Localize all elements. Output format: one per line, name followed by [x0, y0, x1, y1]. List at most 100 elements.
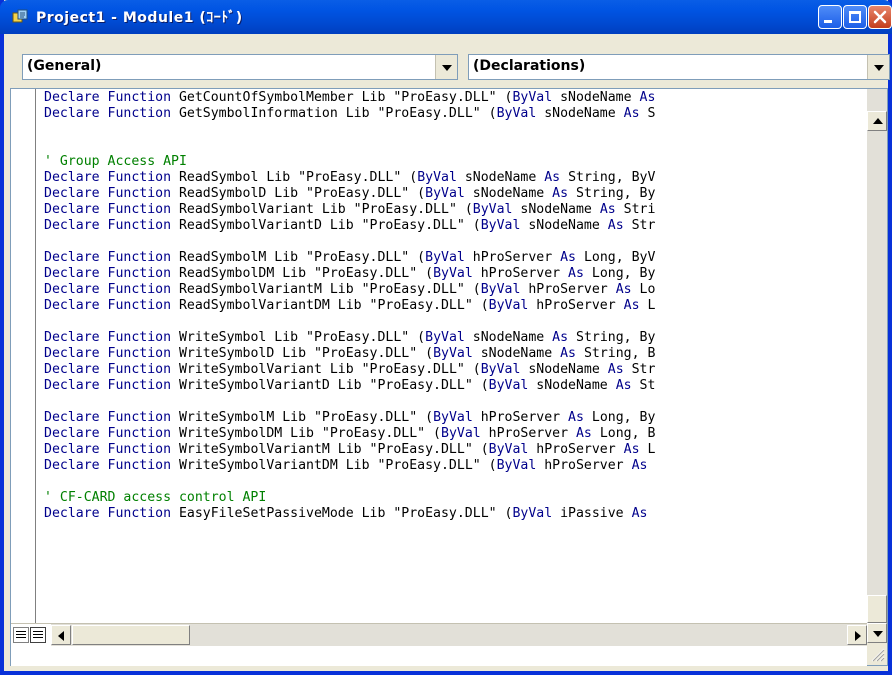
close-button[interactable] [868, 5, 892, 29]
margin-indicator-bar[interactable] [11, 89, 36, 623]
code-line-declare[interactable]: Declare Function GetSymbolInformation Li… [44, 106, 862, 122]
param-type: L [639, 442, 656, 457]
code-line-declare[interactable]: Declare Function WriteSymbolDM Lib "ProE… [44, 426, 862, 442]
lib-clause: Lib "ProEasy.DLL" ( [258, 170, 418, 185]
function-name: EasyFileSetPassiveMode [178, 506, 354, 521]
code-line-blank[interactable] [44, 122, 862, 138]
lib-clause: Lib "ProEasy.DLL" ( [266, 186, 426, 201]
declare-keyword: Declare Function [44, 442, 179, 457]
lib-clause: Lib "ProEasy.DLL" ( [329, 298, 489, 313]
arrow-up-icon [873, 118, 883, 124]
code-line-blank[interactable] [44, 394, 862, 410]
byval-keyword: ByVal [417, 170, 457, 185]
minimize-icon [824, 20, 832, 23]
code-line-declare[interactable]: Declare Function ReadSymbol Lib "ProEasy… [44, 170, 862, 186]
declare-keyword: Declare Function [44, 202, 179, 217]
as-keyword: As [623, 298, 640, 313]
param-name: sNodeName [520, 218, 608, 233]
byval-keyword: ByVal [425, 186, 465, 201]
procedure-bar: (General) (Declarations) [10, 54, 890, 82]
code-line-declare[interactable]: Declare Function ReadSymbolVariantM Lib … [44, 282, 862, 298]
vba-module-icon [12, 9, 28, 23]
code-line-declare[interactable]: Declare Function WriteSymbolVariant Lib … [44, 362, 862, 378]
code-line-declare[interactable]: Declare Function WriteSymbolVariantDM Li… [44, 458, 862, 474]
full-module-view-button[interactable] [30, 627, 46, 643]
lib-clause: Lib "ProEasy.DLL" ( [321, 218, 481, 233]
code-line-blank[interactable] [44, 138, 862, 154]
param-name: sNodeName [536, 106, 624, 121]
code-line-declare[interactable]: Declare Function ReadSymbolD Lib "ProEas… [44, 186, 862, 202]
close-icon [873, 10, 887, 24]
code-line-declare[interactable]: Declare Function WriteSymbolVariantM Lib… [44, 442, 862, 458]
code-line-blank[interactable] [44, 474, 862, 490]
declare-keyword: Declare Function [44, 106, 179, 121]
code-editor[interactable]: Declare Function GetCountOfSymbolMember … [10, 88, 888, 666]
size-grip[interactable] [867, 643, 887, 665]
code-line-declare[interactable]: Declare Function ReadSymbolDM Lib "ProEa… [44, 266, 862, 282]
scroll-right-button[interactable] [847, 625, 867, 645]
code-pane[interactable]: Declare Function GetCountOfSymbolMember … [44, 90, 862, 622]
as-keyword: As [615, 378, 632, 393]
as-keyword: As [639, 90, 656, 105]
lib-clause: Lib "ProEasy.DLL" ( [329, 442, 489, 457]
function-name: ReadSymbolVariantDM [178, 298, 330, 313]
title-bar[interactable]: Project1 - Module1 (ｺｰﾄﾞ) [0, 0, 892, 34]
lib-clause: Lib "ProEasy.DLL" ( [329, 378, 489, 393]
maximize-button[interactable] [843, 5, 867, 29]
code-line-declare[interactable]: Declare Function WriteSymbolVariantD Lib… [44, 378, 862, 394]
procedure-dropdown[interactable]: (Declarations) [468, 54, 890, 80]
byval-keyword: ByVal [488, 298, 529, 313]
code-line-blank[interactable] [44, 314, 862, 330]
param-name: sNodeName [456, 170, 545, 185]
chevron-down-icon [874, 65, 884, 71]
param-type: Long, By [583, 410, 656, 425]
procedure-dropdown-arrow[interactable] [867, 55, 889, 79]
function-name: WriteSymbolM [178, 410, 275, 425]
bottom-bar [11, 623, 867, 666]
byval-keyword: ByVal [425, 250, 465, 265]
lib-clause: Lib "ProEasy.DLL" ( [274, 346, 434, 361]
as-keyword: As [560, 346, 576, 361]
minimize-button[interactable] [818, 5, 842, 29]
code-line-declare[interactable]: Declare Function ReadSymbolVariantDM Lib… [44, 298, 862, 314]
vertical-scroll-thumb[interactable] [867, 595, 887, 623]
horizontal-scroll-thumb[interactable] [72, 625, 190, 645]
param-name: sNodeName [528, 378, 616, 393]
param-type: String, By [568, 330, 656, 345]
byval-keyword: ByVal [512, 506, 553, 521]
declare-keyword: Declare Function [44, 266, 179, 281]
declare-keyword: Declare Function [44, 90, 179, 105]
code-line-blank[interactable] [44, 234, 862, 250]
scroll-down-button[interactable] [867, 623, 887, 643]
function-name: WriteSymbolDM [178, 426, 283, 441]
param-type: String, ByV [560, 170, 656, 185]
object-dropdown[interactable]: (General) [22, 54, 458, 80]
scroll-up-button[interactable] [867, 111, 887, 131]
code-line-declare[interactable]: Declare Function ReadSymbolVariant Lib "… [44, 202, 862, 218]
vertical-scrollbar[interactable] [867, 89, 887, 643]
param-type: Stri [615, 202, 656, 217]
lib-clause: Lib "ProEasy.DLL" ( [353, 90, 513, 105]
as-keyword: As [607, 218, 624, 233]
declare-keyword: Declare Function [44, 330, 179, 345]
lib-clause: Lib "ProEasy.DLL" ( [274, 266, 434, 281]
code-line-declare[interactable]: Declare Function WriteSymbolD Lib "ProEa… [44, 346, 862, 362]
procedure-view-button[interactable] [13, 627, 29, 643]
object-dropdown-arrow[interactable] [435, 55, 457, 79]
code-line-declare[interactable]: Declare Function EasyFileSetPassiveMode … [44, 506, 862, 522]
code-line-comment[interactable]: ' CF-CARD access control API [44, 490, 862, 506]
arrow-left-icon [58, 631, 64, 641]
scroll-left-button[interactable] [51, 625, 71, 645]
function-name: ReadSymbolDM [178, 266, 275, 281]
horizontal-scrollbar[interactable] [51, 624, 867, 646]
code-line-declare[interactable]: Declare Function GetCountOfSymbolMember … [44, 90, 862, 106]
declare-keyword: Declare Function [44, 170, 179, 185]
code-line-comment[interactable]: ' Group Access API [44, 154, 862, 170]
code-line-declare[interactable]: Declare Function WriteSymbol Lib "ProEas… [44, 330, 862, 346]
param-type: String, B [576, 346, 656, 361]
code-line-declare[interactable]: Declare Function ReadSymbolVariantD Lib … [44, 218, 862, 234]
byval-keyword: ByVal [433, 266, 473, 281]
code-line-declare[interactable]: Declare Function ReadSymbolM Lib "ProEas… [44, 250, 862, 266]
byval-keyword: ByVal [488, 442, 529, 457]
code-line-declare[interactable]: Declare Function WriteSymbolM Lib "ProEa… [44, 410, 862, 426]
